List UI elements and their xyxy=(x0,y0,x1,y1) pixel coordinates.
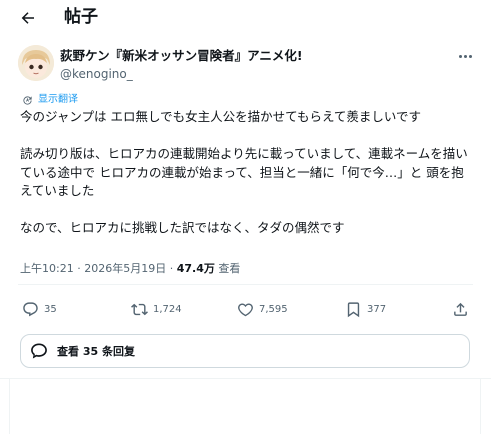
avatar-image xyxy=(18,45,54,81)
top-bar: 帖子 xyxy=(0,0,491,36)
view-replies-button[interactable]: 查看 35 条回复 xyxy=(20,334,470,368)
translate-icon xyxy=(23,95,32,105)
page-title: 帖子 xyxy=(64,7,98,27)
bookmark-count: 377 xyxy=(367,303,387,315)
arrow-left-icon xyxy=(21,12,34,24)
tweet-paragraph: なので、ヒロアカに挑戦した訳ではなく、タダの偶然です xyxy=(20,220,345,235)
retweet-icon xyxy=(131,303,148,315)
speech-bubble-icon xyxy=(31,343,47,359)
divider xyxy=(0,378,491,379)
reply-button[interactable]: 35 xyxy=(22,297,57,321)
back-button[interactable] xyxy=(16,6,40,30)
heart-icon xyxy=(238,302,253,316)
bookmark-icon xyxy=(347,301,360,317)
like-button[interactable]: 7,595 xyxy=(237,297,288,321)
translate-label: 显示翻译 xyxy=(38,94,78,105)
share-icon xyxy=(454,302,467,316)
author-name[interactable]: 荻野ケン『新米オッサン冒険者』アニメ化! xyxy=(60,48,303,64)
reply-count: 35 xyxy=(44,303,57,315)
column-border xyxy=(9,378,10,434)
tweet-paragraph: 読み切り版は、ヒロアカの連載開始より先に載っていまして、連載ネームを描いている途… xyxy=(20,146,468,198)
retweet-count: 1,724 xyxy=(153,303,182,315)
share-button[interactable] xyxy=(452,297,469,321)
more-options-button[interactable] xyxy=(455,48,475,64)
views-count: 47.4万 xyxy=(176,262,215,275)
more-horizontal-icon xyxy=(468,54,472,58)
like-count: 7,595 xyxy=(259,303,288,315)
meta-separator: · xyxy=(169,262,174,275)
view-replies-label: 查看 35 条回复 xyxy=(57,345,135,358)
more-horizontal-icon xyxy=(463,54,467,58)
reply-icon xyxy=(23,301,38,316)
author-handle[interactable]: @kenogino_ xyxy=(60,66,133,82)
avatar[interactable] xyxy=(18,45,54,81)
tweet-time[interactable]: 上午10:21 xyxy=(20,262,74,275)
meta-separator: · xyxy=(77,262,81,275)
tweet-text: 今のジャンプは エロ無しでも女主人公を描かせてもらえて羨ましいです 読み切り版は… xyxy=(20,108,475,238)
retweet-button[interactable]: 1,724 xyxy=(131,297,182,321)
tweet-date[interactable]: 2026年5月19日 xyxy=(84,262,166,275)
show-translation-button[interactable]: 显示翻译 xyxy=(22,94,78,106)
tweet-meta: 上午10:21 · 2026年5月19日 · 47.4万 查看 xyxy=(20,262,240,276)
post-page: 帖子 荻野ケン『新米オッサン冒険者』アニメ化! @kenogino_ 显示翻译 … xyxy=(0,0,491,434)
action-bar: 35 1,724 7,595 377 xyxy=(0,297,491,321)
more-horizontal-icon xyxy=(458,54,462,58)
column-border xyxy=(480,378,481,434)
bookmark-button[interactable]: 377 xyxy=(345,297,386,321)
tweet-paragraph: 今のジャンプは エロ無しでも女主人公を描かせてもらえて羨ましいです xyxy=(20,109,421,124)
divider xyxy=(18,284,473,285)
views-label: 查看 xyxy=(218,262,241,275)
